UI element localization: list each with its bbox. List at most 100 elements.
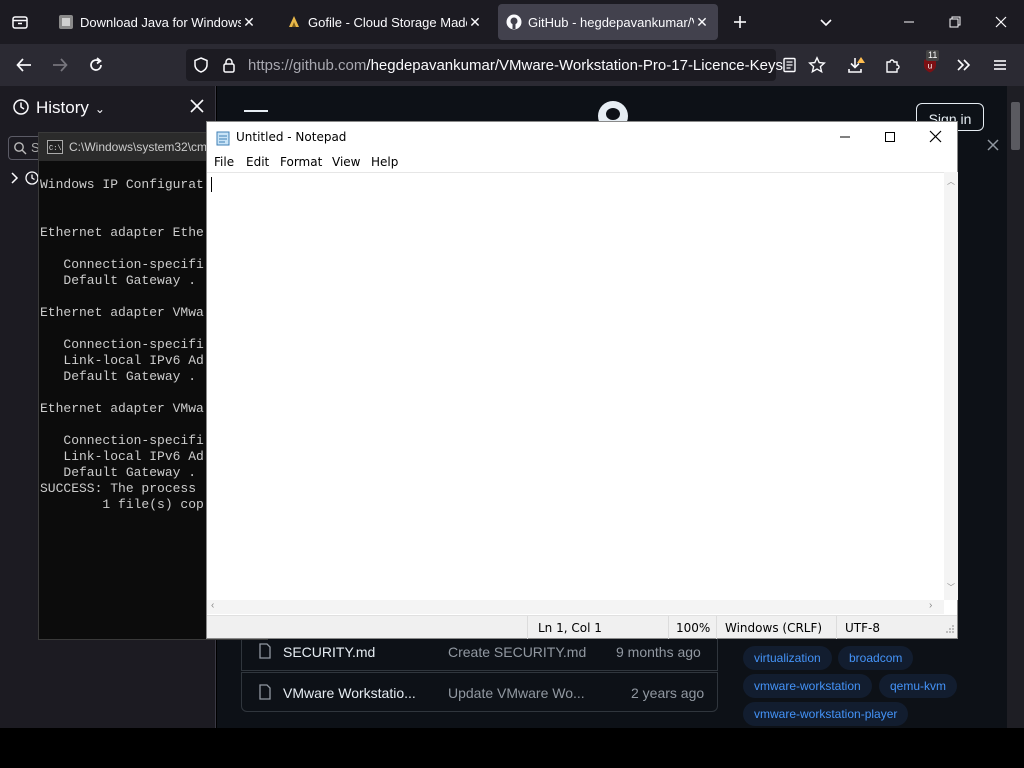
cmd-output-line: Connection-specifi: [40, 257, 204, 272]
notepad-title-bar[interactable]: Untitled - Notepad: [207, 122, 957, 152]
notepad-minimize-button[interactable]: [839, 131, 851, 143]
notepad-vertical-scrollbar[interactable]: ︿ ﹀: [944, 172, 958, 600]
gofile-favicon-icon: [286, 14, 302, 30]
search-icon: [13, 141, 27, 155]
minimize-window-button[interactable]: [886, 0, 932, 44]
close-tab-icon[interactable]: ✕: [467, 14, 483, 31]
table-row[interactable]: VMware Workstatio... Update VMware Wo...…: [241, 672, 718, 712]
extensions-puzzle-icon[interactable]: [879, 51, 907, 79]
notepad-text-area[interactable]: [207, 172, 944, 600]
svg-text:u: u: [928, 62, 932, 71]
resize-grip-icon[interactable]: [945, 624, 955, 634]
cmd-output-line: Ethernet adapter VMwa: [40, 401, 204, 416]
commit-time: 9 months ago: [616, 644, 701, 660]
list-all-tabs-icon[interactable]: [812, 8, 840, 36]
commit-time: 2 years ago: [631, 685, 705, 701]
page-scrollbar[interactable]: [1007, 86, 1024, 728]
cmd-output-line: Windows IP Configurat: [40, 177, 204, 192]
close-tab-icon[interactable]: ✕: [241, 14, 257, 31]
scroll-up-arrow-icon[interactable]: ︿: [947, 176, 955, 187]
cmd-title: C:\Windows\system32\cmd: [69, 140, 214, 154]
new-tab-button[interactable]: [726, 8, 754, 36]
expand-chevron-right-icon[interactable]: [10, 172, 20, 184]
tab-title: Gofile - Cloud Storage Made Si: [308, 14, 467, 30]
menu-help[interactable]: Help: [371, 155, 398, 169]
restore-window-button[interactable]: [932, 0, 978, 44]
cmd-output-line: Ethernet adapter Ethe: [40, 225, 204, 240]
tab-gofile[interactable]: Gofile - Cloud Storage Made Si ✕: [278, 4, 491, 40]
cmd-output-line: Default Gateway .: [40, 465, 197, 480]
close-sidebar-icon[interactable]: [189, 98, 205, 114]
menu-file[interactable]: File: [214, 155, 234, 169]
commit-message[interactable]: Create SECURITY.md: [448, 644, 586, 660]
tab-title: Download Java for Windows: [80, 14, 241, 30]
cmd-output-line: SUCCESS: The process: [40, 481, 197, 496]
tab-java[interactable]: Download Java for Windows ✕: [50, 4, 265, 40]
notepad-window[interactable]: Untitled - Notepad File Edit Format View…: [206, 121, 958, 639]
tab-overview-icon[interactable]: [6, 8, 34, 36]
bookmark-star-icon[interactable]: [803, 51, 831, 79]
reader-view-icon[interactable]: [780, 56, 798, 74]
app-menu-icon[interactable]: [986, 51, 1014, 79]
notepad-close-button[interactable]: [929, 130, 942, 143]
lock-icon[interactable]: [220, 56, 238, 74]
close-window-button[interactable]: [978, 0, 1024, 44]
hamburger-menu-icon[interactable]: [244, 110, 268, 120]
menu-format[interactable]: Format: [280, 155, 322, 169]
topic-tag[interactable]: vmware-workstation-player: [743, 702, 909, 726]
java-favicon-icon: [58, 14, 74, 30]
cursor-position: Ln 1, Col 1: [538, 621, 602, 635]
notepad-maximize-button[interactable]: [884, 131, 896, 143]
topic-tag[interactable]: vmware-workstation: [743, 674, 872, 698]
topic-tag[interactable]: broadcom: [838, 646, 914, 670]
github-favicon-icon: [506, 14, 522, 30]
cmd-output-line: Default Gateway .: [40, 369, 197, 384]
more-tools-chevron-icon[interactable]: [950, 51, 978, 79]
file-icon: [258, 643, 272, 659]
url-text[interactable]: https://github.com/hegdepavankumar/VMwar…: [248, 57, 783, 74]
notepad-app-icon: [216, 130, 230, 146]
forward-button[interactable]: [46, 51, 74, 79]
chevron-down-icon: ⌄: [94, 102, 105, 116]
svg-text:C:\: C:\: [49, 145, 62, 153]
file-name[interactable]: VMware Workstatio...: [283, 685, 416, 701]
notepad-status-bar: Ln 1, Col 1 100% Windows (CRLF) UTF-8: [207, 615, 957, 639]
reload-button[interactable]: [82, 51, 110, 79]
close-tab-icon[interactable]: ✕: [694, 14, 710, 31]
tracking-protection-shield-icon[interactable]: [192, 56, 210, 74]
cmd-output-line: Connection-specifi: [40, 433, 204, 448]
cmd-output-line: 1 file(s) cop: [40, 497, 204, 512]
cmd-app-icon: C:\: [47, 140, 63, 154]
tab-title: GitHub - hegdepavankumar/VM: [528, 14, 694, 30]
address-bar[interactable]: https://github.com/hegdepavankumar/VMwar…: [186, 49, 796, 81]
sidebar-title: History: [36, 98, 89, 117]
file-icon: [258, 684, 272, 700]
encoding: UTF-8: [845, 621, 880, 635]
downloads-icon[interactable]: [842, 51, 870, 79]
text-cursor: [211, 177, 212, 192]
scroll-left-arrow-icon[interactable]: ‹: [211, 600, 214, 611]
menu-edit[interactable]: Edit: [246, 155, 269, 169]
url-path: /hegdepavankumar/VMware-Workstation-Pro-…: [366, 57, 783, 74]
extension-badge-count: 11: [926, 50, 940, 61]
cmd-output-line: Link-local IPv6 Ad: [40, 353, 204, 368]
cmd-output-line: Default Gateway .: [40, 273, 197, 288]
browser-tab-bar: Download Java for Windows ✕ Gofile - Clo…: [0, 0, 1024, 44]
cmd-output-line: Link-local IPv6 Ad: [40, 449, 204, 464]
back-button[interactable]: [10, 51, 38, 79]
tab-github[interactable]: GitHub - hegdepavankumar/VM ✕: [498, 4, 718, 40]
file-name[interactable]: SECURITY.md: [283, 644, 375, 660]
commit-message[interactable]: Update VMware Wo...: [448, 685, 585, 701]
menu-view[interactable]: View: [332, 155, 360, 169]
notepad-title: Untitled - Notepad: [236, 130, 347, 144]
sidebar-title-switcher[interactable]: History ⌄: [36, 98, 105, 118]
cmd-output-line: Connection-specifi: [40, 337, 204, 352]
scroll-down-arrow-icon[interactable]: ﹀: [947, 582, 955, 593]
topic-tag[interactable]: virtualization: [743, 646, 832, 670]
scroll-right-arrow-icon[interactable]: ›: [929, 600, 932, 611]
close-banner-icon[interactable]: [986, 138, 1000, 152]
ublock-origin-extension-icon[interactable]: u 11: [916, 50, 944, 79]
topic-tag[interactable]: qemu-kvm: [879, 674, 958, 698]
github-logo-icon[interactable]: [597, 100, 629, 122]
notepad-horizontal-scrollbar[interactable]: ‹ ›: [207, 600, 944, 614]
